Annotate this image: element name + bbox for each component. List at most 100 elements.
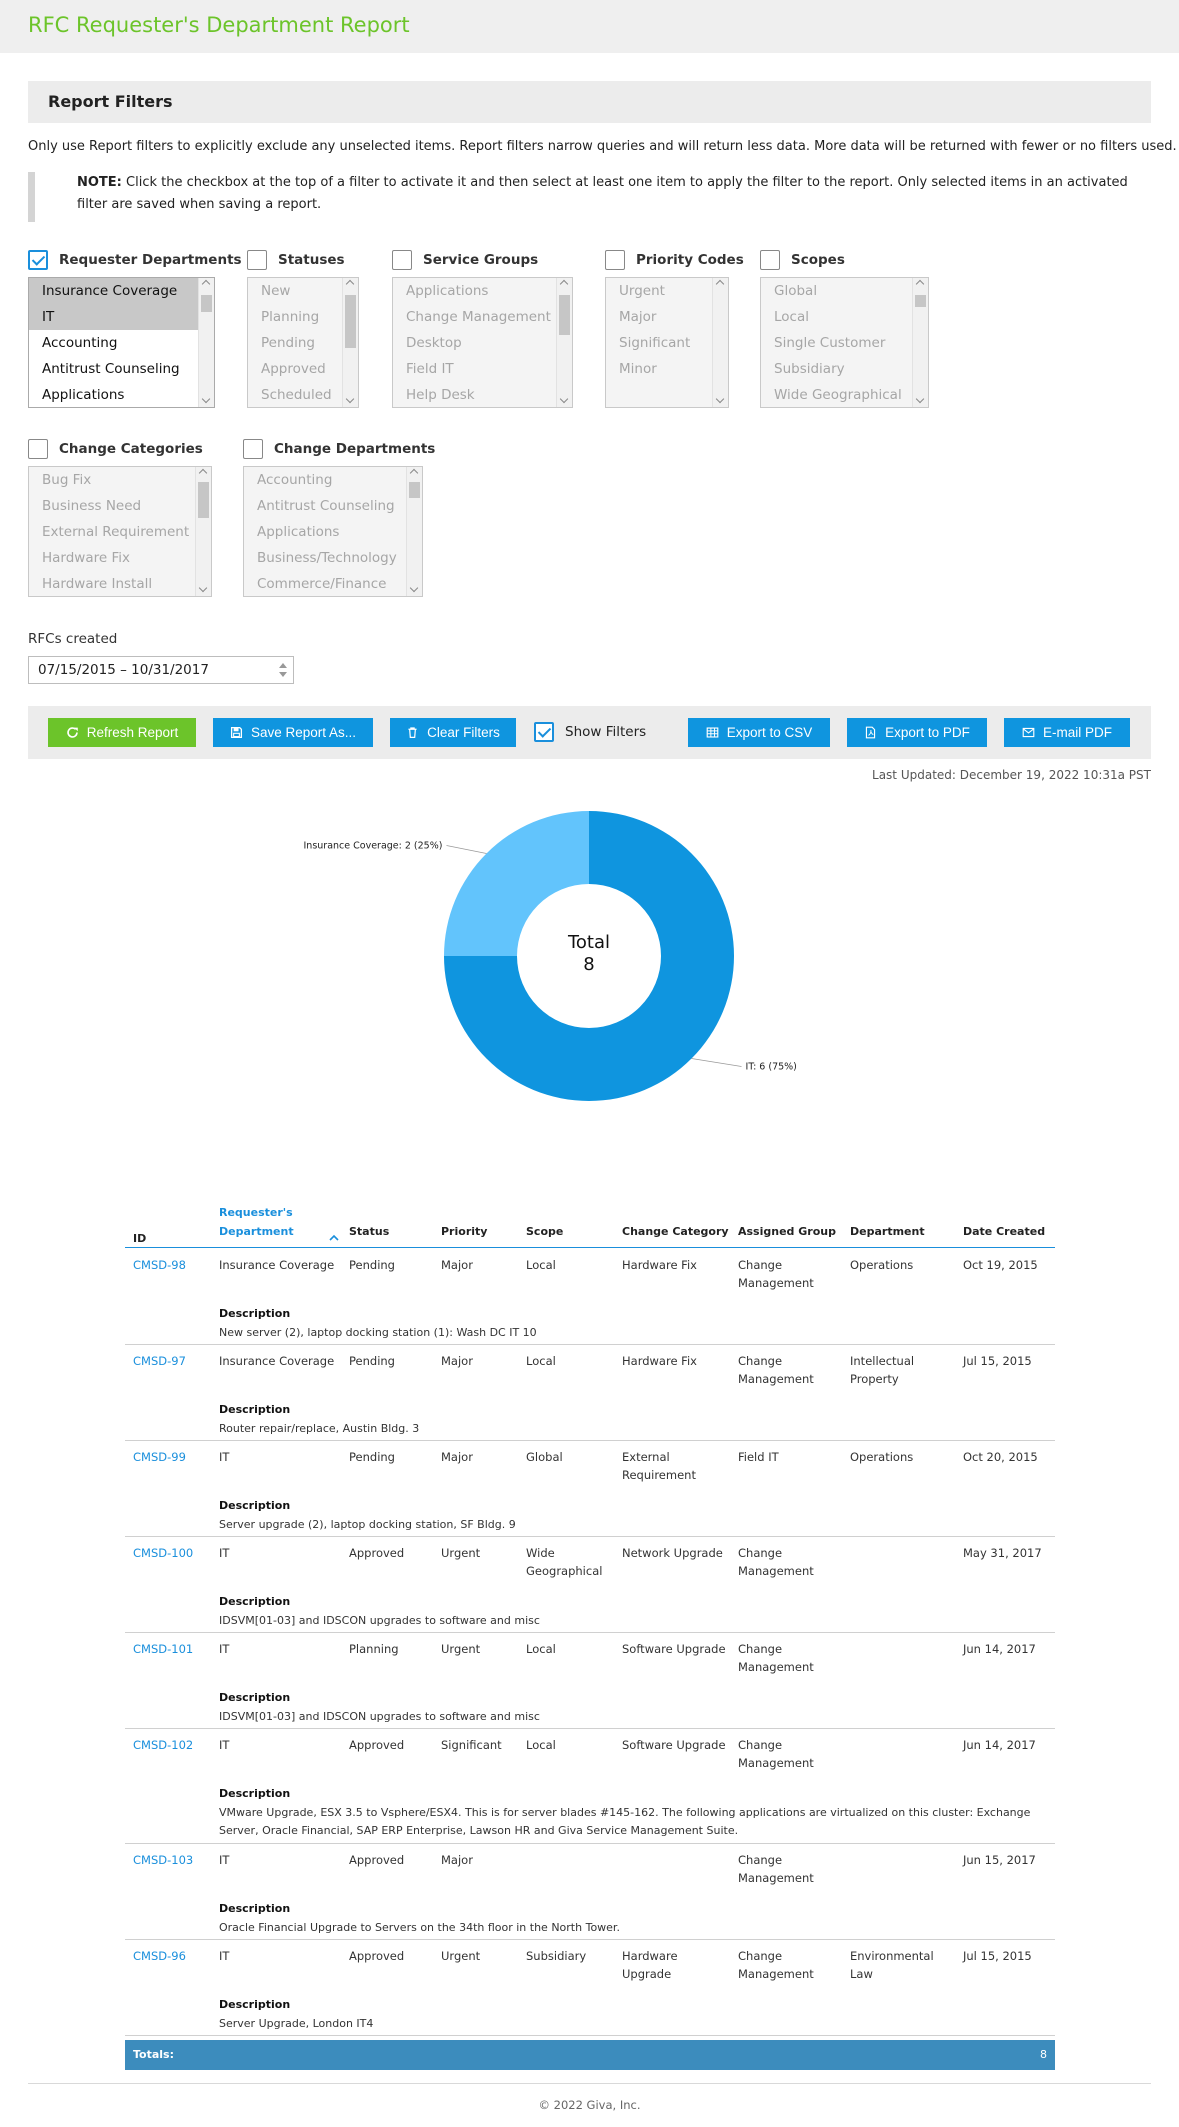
listbox-scrollbar[interactable] <box>406 467 422 596</box>
list-item[interactable]: Global <box>761 278 914 304</box>
col-header-priority[interactable]: Priority <box>441 1225 487 1238</box>
col-header-scope[interactable]: Scope <box>526 1225 563 1238</box>
listbox-scrollbar[interactable] <box>712 278 728 407</box>
scopes-filter-checkbox[interactable] <box>760 250 780 270</box>
list-item[interactable]: Accounting <box>29 330 200 356</box>
list-item[interactable]: Applications <box>244 519 408 545</box>
listbox-scrollbar[interactable] <box>342 278 358 407</box>
list-item[interactable]: Wide Geographical <box>761 382 914 407</box>
list-item[interactable]: Subsidiary <box>761 356 914 382</box>
date-spin-up-icon[interactable] <box>279 663 287 668</box>
rfc-id-link[interactable]: CMSD-99 <box>133 1448 213 1466</box>
list-item[interactable]: Local <box>761 304 914 330</box>
list-item[interactable]: Scheduled <box>248 382 344 407</box>
list-item[interactable]: Applications <box>393 278 558 304</box>
col-header-date-created[interactable]: Date Created <box>963 1225 1045 1238</box>
list-item[interactable]: Urgent <box>606 278 714 304</box>
list-item[interactable]: Hardware Fix <box>29 545 197 571</box>
rfc-id-link[interactable]: CMSD-101 <box>133 1640 213 1658</box>
list-item[interactable]: Significant <box>606 330 714 356</box>
listbox-scrollbar[interactable] <box>198 278 214 407</box>
col-header-assigned-group[interactable]: Assigned Group <box>738 1225 836 1238</box>
scrollbar-thumb[interactable] <box>559 295 570 335</box>
scroll-down-icon[interactable] <box>201 394 211 404</box>
export-pdf-button[interactable]: Export to PDF <box>847 718 987 747</box>
scrollbar-thumb[interactable] <box>201 295 212 312</box>
scroll-down-icon[interactable] <box>559 394 569 404</box>
requester-departments-listbox[interactable]: Insurance Coverage IT Accounting Antitrust … <box>28 277 215 408</box>
date-spin-down-icon[interactable] <box>279 672 287 677</box>
show-filters-checkbox[interactable] <box>534 722 554 742</box>
list-item[interactable]: Antitrust Counseling <box>29 356 200 382</box>
email-pdf-button[interactable]: E-mail PDF <box>1004 718 1130 747</box>
list-item[interactable]: Field IT <box>393 356 558 382</box>
change-categories-filter-checkbox[interactable] <box>28 439 48 459</box>
list-item[interactable]: Planning <box>248 304 344 330</box>
service-groups-filter-checkbox[interactable] <box>392 250 412 270</box>
scroll-up-icon[interactable] <box>201 279 211 289</box>
scroll-down-icon[interactable] <box>198 583 208 593</box>
list-item[interactable]: Business Need <box>29 493 197 519</box>
list-item[interactable]: Pending <box>248 330 344 356</box>
rfc-id-link[interactable]: CMSD-98 <box>133 1256 213 1274</box>
list-item[interactable]: Insurance Coverage <box>29 278 200 304</box>
list-item[interactable]: Major <box>606 304 714 330</box>
scrollbar-thumb[interactable] <box>915 295 926 307</box>
priority-codes-listbox[interactable]: Urgent Major Significant Minor <box>605 277 729 408</box>
scrollbar-thumb[interactable] <box>409 482 420 498</box>
change-departments-filter-checkbox[interactable] <box>243 439 263 459</box>
export-csv-button[interactable]: Export to CSV <box>688 718 830 747</box>
list-item[interactable]: Change Management <box>393 304 558 330</box>
scroll-up-icon[interactable] <box>409 468 419 478</box>
report-filters-header[interactable]: Report Filters <box>28 81 1151 123</box>
refresh-report-button[interactable]: Refresh Report <box>48 718 196 747</box>
scroll-up-icon[interactable] <box>715 279 725 289</box>
col-header-status[interactable]: Status <box>349 1225 389 1238</box>
list-item[interactable]: IT <box>29 304 200 330</box>
save-report-button[interactable]: Save Report As... <box>213 718 373 747</box>
scroll-down-icon[interactable] <box>409 583 419 593</box>
col-header-requester[interactable]: Requester's <box>219 1206 293 1219</box>
scroll-up-icon[interactable] <box>345 279 355 289</box>
scroll-down-icon[interactable] <box>345 394 355 404</box>
col-header-id[interactable]: ID <box>133 1232 146 1245</box>
scroll-down-icon[interactable] <box>715 394 725 404</box>
list-item[interactable]: External Requirement <box>29 519 197 545</box>
change-categories-listbox[interactable]: Bug Fix Business Need External Requirement… <box>28 466 212 597</box>
scopes-listbox[interactable]: Global Local Single Customer Subsidiary Wide… <box>760 277 929 408</box>
list-item[interactable]: Accounting <box>244 467 408 493</box>
list-item[interactable]: Business/Technology <box>244 545 408 571</box>
scroll-down-icon[interactable] <box>915 394 925 404</box>
rfc-id-link[interactable]: CMSD-96 <box>133 1947 213 1965</box>
change-departments-listbox[interactable]: Accounting Antitrust Counseling Applicatio… <box>243 466 423 597</box>
list-item[interactable]: Bug Fix <box>29 467 197 493</box>
service-groups-listbox[interactable]: Applications Change Management Desktop Fiel… <box>392 277 573 408</box>
rfc-id-link[interactable]: CMSD-100 <box>133 1544 213 1562</box>
list-item[interactable]: Help Desk <box>393 382 558 407</box>
scroll-up-icon[interactable] <box>915 279 925 289</box>
scrollbar-thumb[interactable] <box>345 295 356 348</box>
list-item[interactable]: Desktop <box>393 330 558 356</box>
rfc-id-link[interactable]: CMSD-97 <box>133 1352 213 1370</box>
list-item[interactable]: New <box>248 278 344 304</box>
list-item[interactable]: Commerce/Finance <box>244 571 408 596</box>
scroll-up-icon[interactable] <box>198 468 208 478</box>
list-item[interactable]: Minor <box>606 356 714 382</box>
scroll-up-icon[interactable] <box>559 279 569 289</box>
col-header-change-category[interactable]: Change Category <box>622 1225 729 1238</box>
date-range-input[interactable]: 07/15/2015 – 10/31/2017 <box>28 656 294 684</box>
listbox-scrollbar[interactable] <box>195 467 211 596</box>
list-item[interactable]: Single Customer <box>761 330 914 356</box>
list-item[interactable]: Approved <box>248 356 344 382</box>
priority-codes-filter-checkbox[interactable] <box>605 250 625 270</box>
rfc-id-link[interactable]: CMSD-102 <box>133 1736 213 1754</box>
listbox-scrollbar[interactable] <box>556 278 572 407</box>
sort-ascending-icon[interactable] <box>329 1227 339 1246</box>
col-header-department[interactable]: Department <box>850 1225 925 1238</box>
listbox-scrollbar[interactable] <box>912 278 928 407</box>
list-item[interactable]: Antitrust Counseling <box>244 493 408 519</box>
col-header-requester-dept[interactable]: Department <box>219 1225 294 1238</box>
list-item[interactable]: Hardware Install <box>29 571 197 596</box>
list-item[interactable]: Applications <box>29 382 200 407</box>
clear-filters-button[interactable]: Clear Filters <box>390 718 516 747</box>
